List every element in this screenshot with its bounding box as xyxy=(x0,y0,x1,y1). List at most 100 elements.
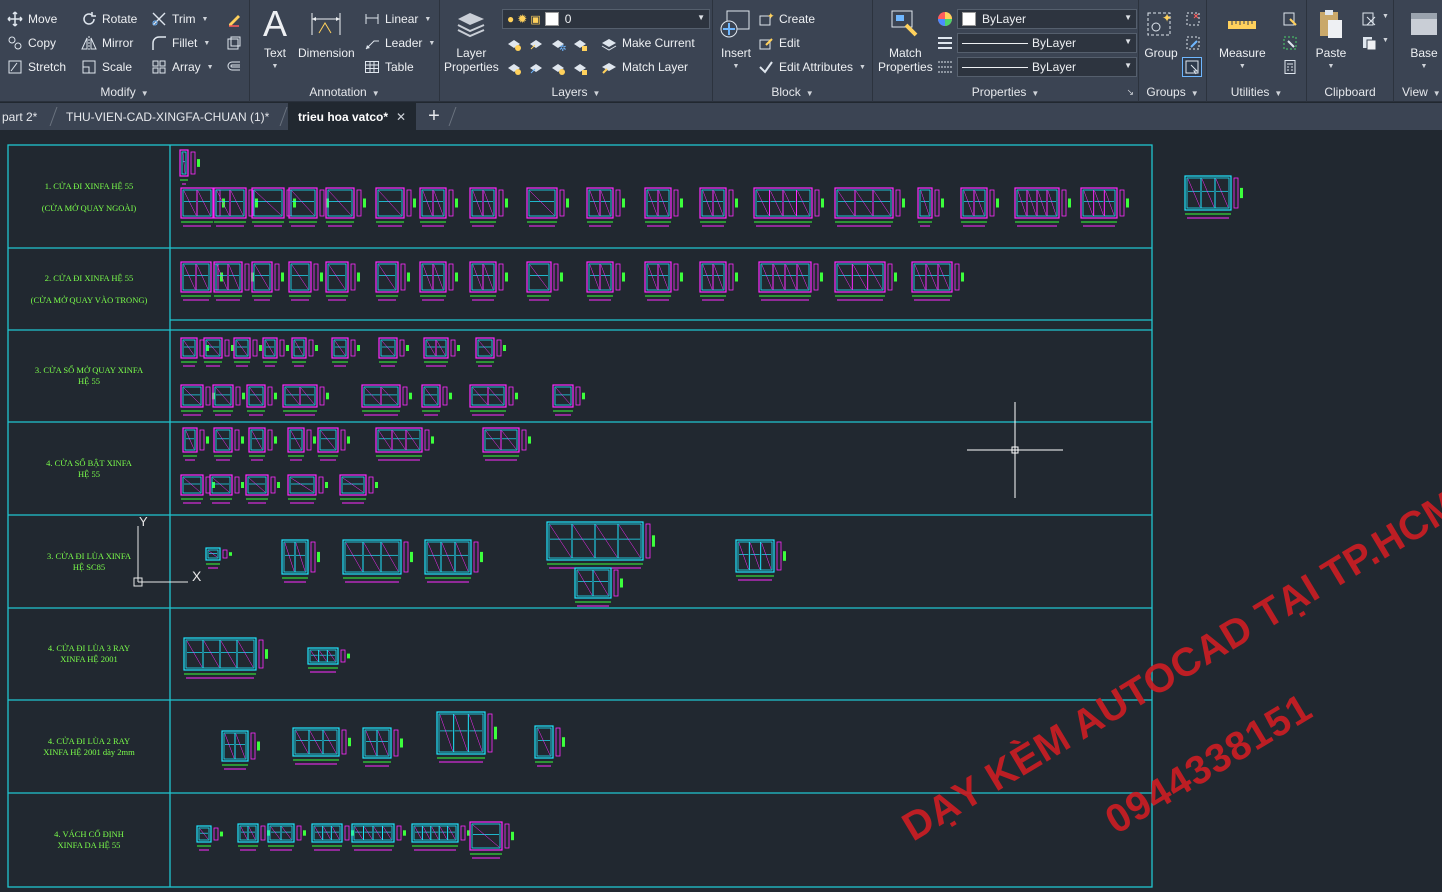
row-label-4: 4. CỬA SỔ BẬT XINFA HỆ 55 xyxy=(46,457,132,479)
array-button[interactable]: Array ▼ xyxy=(150,56,214,78)
clipboard-panel-title[interactable]: Clipboard xyxy=(1307,85,1393,99)
row-label-2: 2. CỬA ĐI XINFA HỆ 55 (CỬA MỞ QUAY VÀO TR… xyxy=(30,273,148,305)
layer-dropdown[interactable]: ● ✹ ▣ 0 ▼ xyxy=(502,9,710,29)
tab-trieu-hoa-vatco[interactable]: trieu hoa vatco* ✕ xyxy=(288,103,416,130)
base-button[interactable]: Base ▼ xyxy=(1406,6,1442,74)
select-all-icon[interactable] xyxy=(1280,33,1300,53)
edit-attributes-button[interactable]: Edit Attributes ▼ xyxy=(757,56,866,78)
group-selection-icon[interactable] xyxy=(1182,57,1202,77)
insert-button[interactable]: Insert ▼ xyxy=(718,6,754,74)
move-button[interactable]: Move xyxy=(6,8,57,30)
linetype-dropdown[interactable]: ByLayer ▼ xyxy=(957,33,1137,53)
ungroup-icon[interactable] xyxy=(1183,9,1203,29)
cad-door-drawing xyxy=(351,823,406,851)
layer-on-all-icon[interactable] xyxy=(504,58,524,78)
groups-panel-title[interactable]: Groups ▼ xyxy=(1139,85,1206,99)
layer-properties-icon xyxy=(453,6,489,42)
layer-unlock-icon[interactable] xyxy=(570,58,590,78)
tab-thu-vien-cad[interactable]: THU-VIEN-CAD-XINGFA-CHUAN (1)* xyxy=(56,103,279,130)
offset-icon[interactable] xyxy=(224,57,244,77)
color-dropdown-arrow-icon[interactable]: ▼ xyxy=(1124,13,1132,22)
copy-button[interactable]: Copy xyxy=(6,32,56,54)
edit-attributes-dropdown-icon[interactable]: ▼ xyxy=(859,64,866,71)
layer-unisolate-icon[interactable] xyxy=(526,58,546,78)
group-button[interactable]: ✦ Group xyxy=(1143,6,1179,60)
color-dropdown[interactable]: ByLayer ▼ xyxy=(957,9,1137,29)
paste-button[interactable]: Paste ▼ xyxy=(1313,6,1349,74)
layer-thaw-icon[interactable] xyxy=(548,58,568,78)
color-wheel-icon[interactable] xyxy=(935,9,955,29)
close-tab-icon[interactable]: ✕ xyxy=(396,110,406,124)
array-dropdown-icon[interactable]: ▼ xyxy=(207,64,214,71)
rotate-button[interactable]: Rotate xyxy=(80,8,137,30)
modify-panel-title[interactable]: Modify ▼ xyxy=(0,85,249,99)
cad-door-drawing xyxy=(586,261,625,301)
layer-isolate-icon[interactable] xyxy=(526,34,546,54)
trim-button[interactable]: Trim ▼ xyxy=(150,8,208,30)
layer-off-icon[interactable] xyxy=(504,34,524,54)
layer-freeze-tool-icon[interactable]: ✲ xyxy=(548,34,568,54)
make-current-button[interactable]: Make Current xyxy=(600,32,695,54)
match-layer-button[interactable]: Match Layer xyxy=(600,56,688,78)
table-button[interactable]: Table xyxy=(363,56,414,78)
group-edit-icon[interactable] xyxy=(1183,33,1203,53)
leader-button[interactable]: Leader ▼ xyxy=(363,32,435,54)
view-panel-title[interactable]: View ▼ xyxy=(1394,85,1442,99)
cad-door-drawing xyxy=(203,337,234,367)
text-icon: A xyxy=(262,3,287,44)
copy-clip-dropdown-icon[interactable]: ▼ xyxy=(1382,37,1389,44)
mirror-button[interactable]: Mirror xyxy=(80,32,133,54)
erase-icon[interactable] xyxy=(224,9,244,29)
modify-panel: Move Rotate Trim▼ Copy Mirror Fillet▼ xyxy=(0,0,250,102)
calculator-icon[interactable] xyxy=(1280,57,1300,77)
tab-part-2[interactable]: part 2* xyxy=(0,103,47,130)
cad-door-drawing xyxy=(361,384,412,416)
cad-door-drawing xyxy=(375,187,416,227)
layer-lock-icon[interactable]: ▣ xyxy=(530,13,540,26)
dimension-button[interactable]: Dimension xyxy=(298,6,355,60)
cad-door-drawing xyxy=(307,647,350,673)
edit-block-button[interactable]: Edit xyxy=(757,32,800,54)
layer-freeze-icon[interactable]: ✹ xyxy=(517,12,527,26)
copy-icon xyxy=(6,34,24,52)
lineweight-dropdown-arrow-icon[interactable]: ▼ xyxy=(1124,61,1132,70)
trim-dropdown-icon[interactable]: ▼ xyxy=(202,16,209,23)
annotation-panel-title[interactable]: Annotation ▼ xyxy=(250,85,439,99)
properties-panel-title[interactable]: Properties ▼ xyxy=(873,85,1138,99)
cut-icon[interactable] xyxy=(1359,9,1379,29)
scale-button[interactable]: Scale xyxy=(80,56,132,78)
layer-properties-button[interactable]: Layer Properties xyxy=(444,6,499,74)
mirror-icon xyxy=(80,34,98,52)
fillet-button[interactable]: Fillet ▼ xyxy=(150,32,210,54)
layers-panel-title[interactable]: Layers ▼ xyxy=(440,85,712,99)
new-tab-button[interactable]: + xyxy=(424,103,444,130)
drawing-canvas[interactable]: X Y 1. CỬA ĐI XINFA HỆ 55 (CỬA MỞ QUAY NG… xyxy=(0,130,1442,892)
layer-on-icon[interactable]: ● xyxy=(507,12,514,26)
quick-select-icon[interactable] xyxy=(1280,9,1300,29)
cut-dropdown-icon[interactable]: ▼ xyxy=(1382,13,1389,20)
fillet-dropdown-icon[interactable]: ▼ xyxy=(203,40,210,47)
lineweight-dropdown[interactable]: ByLayer ▼ xyxy=(957,57,1137,77)
block-panel-title[interactable]: Block ▼ xyxy=(713,85,872,99)
measure-button[interactable]: Measure ▼ xyxy=(1219,6,1266,74)
properties-launcher-icon[interactable]: ↘ xyxy=(1126,87,1134,98)
create-block-button[interactable]: ✦ Create xyxy=(757,8,815,30)
match-properties-button[interactable]: Match Properties xyxy=(878,6,933,74)
edit-attributes-icon xyxy=(757,58,775,76)
cad-door-drawing xyxy=(179,149,200,185)
layer-dropdown-arrow-icon[interactable]: ▼ xyxy=(697,13,705,22)
cad-door-drawing xyxy=(209,474,244,504)
linear-button[interactable]: Linear ▼ xyxy=(363,8,431,30)
layer-lock-tool-icon[interactable] xyxy=(570,34,590,54)
leader-dropdown-icon[interactable]: ▼ xyxy=(428,40,435,47)
text-button[interactable]: A Text ▼ xyxy=(257,6,293,74)
dimension-icon xyxy=(308,6,344,42)
copy-clip-icon[interactable] xyxy=(1359,33,1379,53)
linetype-dropdown-arrow-icon[interactable]: ▼ xyxy=(1124,37,1132,46)
stretch-button[interactable]: Stretch xyxy=(6,56,66,78)
utilities-panel-title[interactable]: Utilities ▼ xyxy=(1207,85,1306,99)
linear-dropdown-icon[interactable]: ▼ xyxy=(424,16,431,23)
row-label-5: 3. CỬA ĐI LÙA XINFA HỆ SC85 xyxy=(46,550,132,572)
cad-door-drawing xyxy=(552,384,585,416)
explode-icon[interactable] xyxy=(224,33,244,53)
